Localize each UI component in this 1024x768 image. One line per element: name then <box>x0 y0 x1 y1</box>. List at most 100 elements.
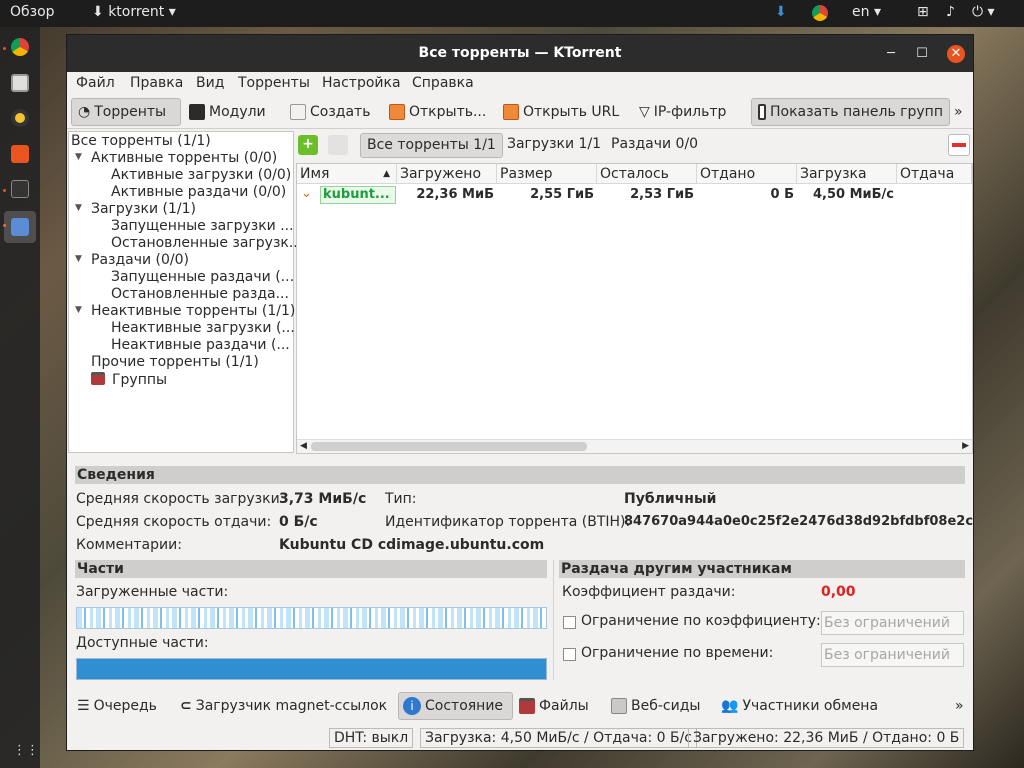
type-label: Тип: <box>385 491 417 507</box>
tree-item-other[interactable]: Прочие торренты (1/1) <box>91 354 259 371</box>
ratio-limit-spinbox[interactable]: Без ограничений <box>821 611 964 635</box>
show-apps-icon[interactable]: ⋮⋮ <box>13 743 39 758</box>
peers-icon: 👥 <box>721 698 739 714</box>
menu-help[interactable]: Справка <box>412 75 474 91</box>
torrent-name: kubunt... <box>320 186 396 204</box>
downloaded-pieces-bar <box>76 607 547 629</box>
overview-button[interactable]: Обзор <box>10 4 55 20</box>
open-file-icon <box>389 104 405 120</box>
top-bar: Обзор ⬇ ktorrent ▾ ⬇ en ▾ ⊞ ♪ ⏻ ▾ <box>0 0 1024 27</box>
tree-item-running-uploads[interactable]: Запущенные раздачи (... <box>111 269 294 286</box>
tree-item-active-downloads[interactable]: Активные загрузки (0/0) <box>111 167 291 184</box>
filter-downloads-button[interactable]: Загрузки 1/1 <box>507 136 601 152</box>
tree-item-stopped-downloads[interactable]: Остановленные загрузк... <box>111 235 302 252</box>
ratio-limit-checkbox[interactable] <box>563 616 576 629</box>
tree-item-stopped-uploads[interactable]: Остановленные разда... <box>111 286 289 303</box>
status-bar: DHT: выкл Загрузка: 4,50 МиБ/с / Отдача:… <box>67 726 973 750</box>
expand-arrow-icon[interactable]: ▼ <box>75 203 82 213</box>
dock: ⋮⋮ <box>0 27 40 768</box>
expand-arrow-icon[interactable]: ▼ <box>75 254 82 264</box>
new-document-icon <box>290 104 306 120</box>
type-value: Публичный <box>624 491 717 507</box>
scroll-left-icon[interactable]: ◀ <box>300 441 307 451</box>
create-torrent-button[interactable]: Создать <box>284 98 376 126</box>
remove-group-icon[interactable] <box>328 135 348 155</box>
tree-item-downloads[interactable]: Загрузки (1/1) <box>91 201 196 218</box>
add-group-icon[interactable]: + <box>298 135 318 155</box>
tab-status[interactable]: i Состояние <box>398 692 513 720</box>
language-label: en <box>852 4 870 20</box>
tree-item-uploads[interactable]: Раздачи (0/0) <box>91 252 189 269</box>
comment-value: Kubuntu CD cdimage.ubuntu.com <box>279 537 545 553</box>
tab-magnet[interactable]: ⊂ Загрузчик magnet-ссылок <box>176 692 391 720</box>
filter-all-button[interactable]: Все торренты 1/1 <box>360 133 503 158</box>
horizontal-scrollbar[interactable]: ◀ ▶ <box>297 439 972 453</box>
ip-filter-button[interactable]: ▽ IP-фильтр <box>633 98 732 126</box>
ktorrent-launcher-icon[interactable] <box>11 218 29 236</box>
language-selector[interactable]: en ▾ <box>852 4 881 20</box>
menu-settings[interactable]: Настройка <box>322 75 401 91</box>
tree-item-groups[interactable]: Группы <box>112 372 167 389</box>
tree-item-active[interactable]: Активные торренты (0/0) <box>91 150 277 167</box>
tab-peers[interactable]: 👥 Участники обмена <box>717 692 882 720</box>
volume-icon[interactable]: ♪ <box>946 4 955 20</box>
minimize-icon[interactable]: ─ <box>882 45 900 63</box>
time-limit-checkbox[interactable] <box>563 648 576 661</box>
power-menu[interactable]: ⏻ ▾ <box>972 4 995 20</box>
menu-edit[interactable]: Правка <box>130 75 183 91</box>
chrome-launcher-icon[interactable] <box>11 38 29 56</box>
tree-item-inactive-downloads[interactable]: Неактивные загрузки (... <box>111 320 295 337</box>
window-title: Все торренты — KTorrent <box>418 45 622 61</box>
scroll-right-icon[interactable]: ▶ <box>962 441 969 451</box>
time-limit-spinbox[interactable]: Без ограничений <box>821 643 964 667</box>
tab-webseeds[interactable]: Веб-сиды <box>607 692 704 720</box>
maximize-icon[interactable]: ☐ <box>913 45 931 63</box>
expand-arrow-icon[interactable]: ▼ <box>75 305 82 315</box>
ratio-value: 0,00 <box>821 584 856 600</box>
table-row[interactable]: ⌄ kubunt... 22,36 МиБ 2,55 ГиБ 2,53 ГиБ … <box>297 164 972 206</box>
downloaded-pieces-label: Загруженные части: <box>76 584 229 600</box>
open-torrent-button[interactable]: Открыть... <box>383 98 492 126</box>
software-center-launcher-icon[interactable] <box>11 145 29 163</box>
ip-filter-label: IP-фильтр <box>653 104 727 120</box>
filter-uploads-button[interactable]: Раздачи 0/0 <box>611 136 698 152</box>
menu-view[interactable]: Вид <box>196 75 224 91</box>
network-icon[interactable]: ⊞ <box>917 4 929 20</box>
close-icon[interactable]: ✕ <box>947 45 965 63</box>
open-url-icon <box>503 104 519 120</box>
tree-item-inactive[interactable]: Неактивные торренты (1/1) <box>91 303 295 320</box>
remove-filter-button[interactable] <box>948 134 970 156</box>
avg-up-value: 0 Б/с <box>279 514 318 530</box>
menu-torrents[interactable]: Торренты <box>238 75 310 91</box>
menu-file[interactable]: Файл <box>76 75 115 91</box>
tree-item-active-uploads[interactable]: Активные раздачи (0/0) <box>111 184 286 201</box>
tree-item-inactive-uploads[interactable]: Неактивные раздачи (... <box>111 337 290 354</box>
terminal-launcher-icon[interactable] <box>11 180 29 198</box>
download-arrow-icon: ⬇ <box>92 4 104 20</box>
tab-webseeds-label: Веб-сиды <box>631 698 701 714</box>
app-menu[interactable]: ⬇ ktorrent ▾ <box>92 4 176 20</box>
chrome-tray-icon[interactable] <box>812 5 828 21</box>
available-pieces-label: Доступные части: <box>76 635 209 651</box>
scrollbar-thumb[interactable] <box>311 442 587 451</box>
tree-item-all[interactable]: Все торренты (1/1) <box>71 133 211 150</box>
tree-item-running-downloads[interactable]: Запущенные загрузки ... <box>111 218 294 235</box>
open-url-button[interactable]: Открыть URL <box>497 98 625 126</box>
tab-queue[interactable]: ☰ Очередь <box>73 692 161 720</box>
expand-arrow-icon[interactable]: ▼ <box>75 152 82 162</box>
filter-icon: ▽ <box>639 104 650 120</box>
open-torrent-label: Открыть... <box>409 104 487 120</box>
rhythmbox-launcher-icon[interactable] <box>11 109 29 127</box>
show-group-panel-label: Показать панель групп <box>770 104 943 120</box>
torrents-view-button[interactable]: ◔ Торренты <box>71 98 181 126</box>
show-group-panel-button[interactable]: Показать панель групп <box>751 98 950 126</box>
toolbar-more-button[interactable]: » <box>954 98 963 126</box>
webseed-icon <box>611 698 627 714</box>
tabs-more-button[interactable]: » <box>955 692 964 720</box>
info-section-header: Сведения <box>75 466 965 484</box>
download-indicator-icon[interactable]: ⬇ <box>775 4 787 20</box>
files-launcher-icon[interactable] <box>11 74 29 92</box>
ratio-label: Коэффициент раздачи: <box>562 584 736 600</box>
tab-files[interactable]: Файлы <box>515 692 593 720</box>
modules-button[interactable]: Модули <box>183 98 272 126</box>
